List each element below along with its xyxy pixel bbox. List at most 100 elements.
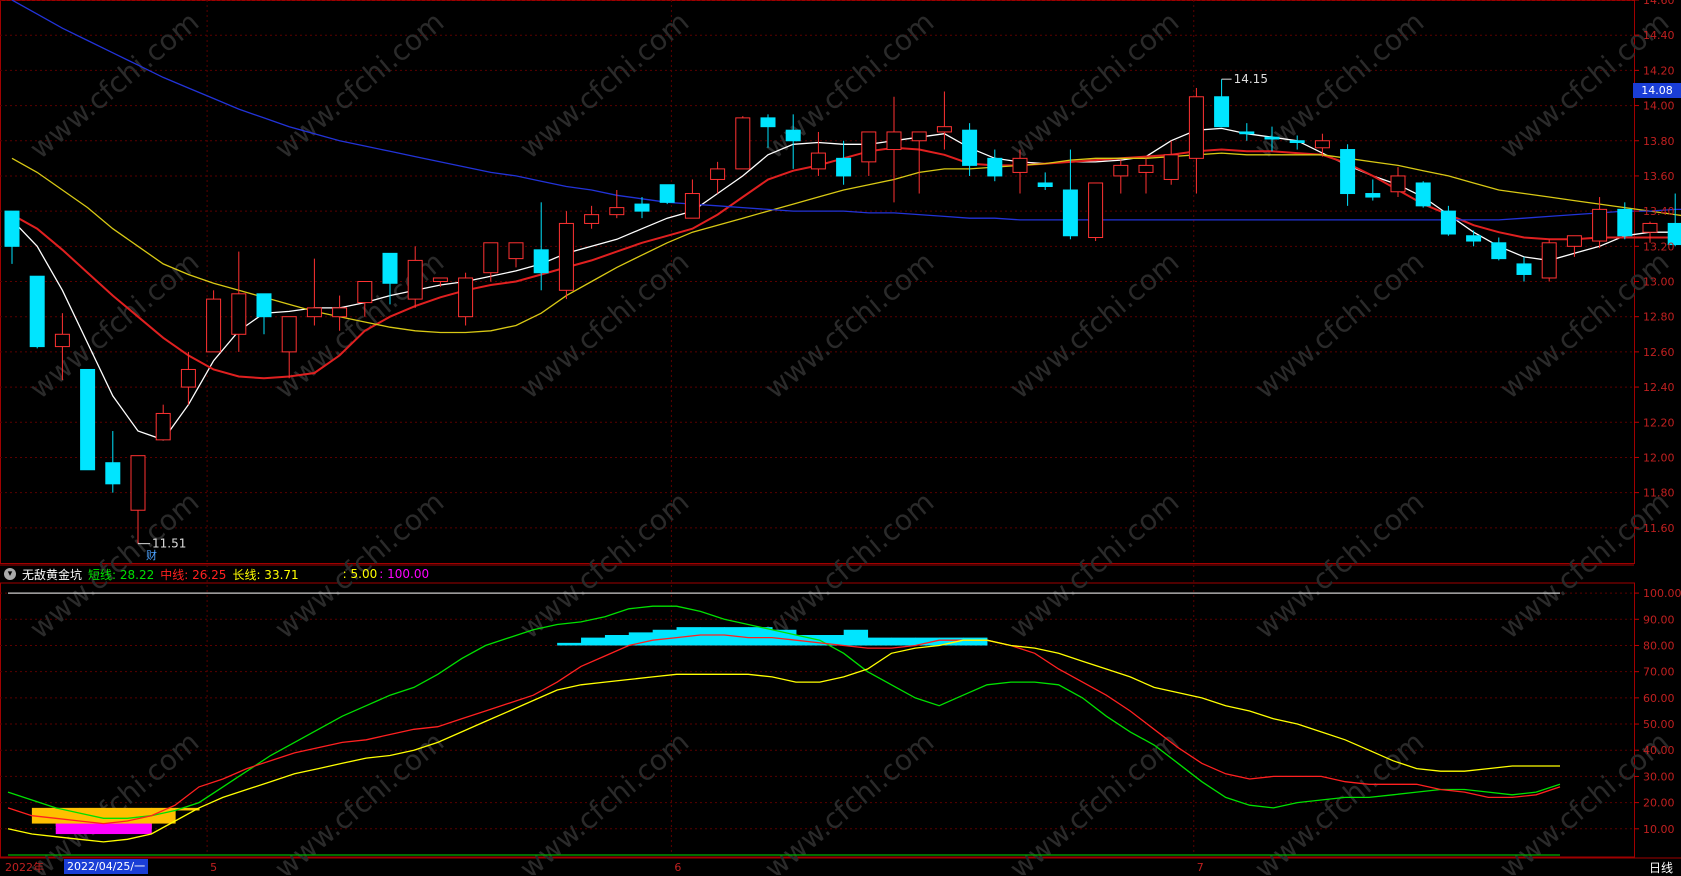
candle-body [1466, 235, 1482, 242]
event-marker: 财 [146, 548, 157, 562]
magenta-pit-bar [55, 823, 81, 835]
candle-body [1390, 175, 1406, 193]
watermark-text: www.cfchi.com [1248, 5, 1430, 165]
high-label: 14.15 [1234, 72, 1268, 86]
x-tick-label: 6 [674, 861, 681, 874]
collapse-chevron-icon[interactable]: ▾ [4, 568, 16, 580]
signal-bar [867, 637, 892, 646]
candle-body [584, 214, 600, 224]
candle-body [810, 152, 826, 170]
main-tick-label: 13.20 [1643, 240, 1675, 253]
candle-body [1642, 222, 1658, 233]
ind-tick-label: 20.00 [1643, 797, 1675, 810]
candle-body [1592, 208, 1608, 242]
candle-body [558, 222, 574, 291]
candle-body [231, 293, 247, 335]
signal-bar [628, 632, 654, 646]
candle-body [911, 131, 927, 142]
current-price-tag: 14.08 [1633, 83, 1681, 99]
watermark-text: www.cfchi.com [23, 725, 205, 875]
candle-body [1566, 235, 1582, 247]
candle-body [155, 412, 171, 441]
ind-tick-label: 30.00 [1643, 770, 1675, 783]
x-tick-label: 5 [210, 861, 217, 874]
candle-body [180, 368, 196, 388]
candle-body [1138, 164, 1154, 173]
main-tick-label: 14.40 [1643, 29, 1675, 42]
candle-body [407, 259, 423, 300]
signal-bar [843, 629, 869, 646]
magenta-pit-bar [127, 823, 152, 835]
candle-body [130, 455, 146, 511]
main-tick-label: 13.60 [1643, 170, 1675, 183]
candle-body [1113, 164, 1129, 177]
candle-body [508, 242, 524, 260]
candle-body [1440, 210, 1456, 235]
legend-long: 长线: 33.71 [232, 567, 299, 582]
signal-bar [581, 637, 606, 646]
main-tick-label: 14.20 [1643, 64, 1675, 77]
candle-body [1037, 182, 1053, 187]
axes-layer: 14.60 14.40 14.20 14.00 13.80 13.60 13.40 13.20… [5, 0, 1681, 874]
signal-bar [748, 627, 773, 646]
watermark-text: www.cfchi.com [758, 725, 940, 875]
main-tick-label: 13.80 [1643, 135, 1675, 148]
candle-body [962, 129, 978, 166]
main-tick-label: 12.00 [1643, 451, 1675, 464]
watermark-text: www.cfchi.com [513, 5, 695, 165]
candle-body [206, 298, 222, 353]
ind-tick-label: 100.00 [1643, 587, 1681, 600]
candle-body [936, 126, 952, 133]
candle-body [785, 129, 801, 142]
grid-layer [0, 0, 1681, 859]
watermark-text: www.cfchi.com [1248, 245, 1430, 405]
ind-tick-label: 90.00 [1643, 613, 1675, 626]
main-tick-label: 14.00 [1643, 100, 1675, 113]
cursor-date-badge: 2022/04/25/一 [64, 859, 149, 874]
watermark-text: www.cfchi.com [758, 5, 940, 165]
signal-bar [604, 635, 630, 646]
candle-body [1012, 157, 1028, 173]
signal-bar [700, 627, 725, 646]
candle-body [634, 203, 650, 212]
period-label[interactable]: 日线 [1649, 859, 1673, 876]
candle-body [306, 307, 322, 318]
candle-body [483, 242, 499, 274]
candle-body [1365, 193, 1381, 198]
candle-body [281, 316, 297, 353]
candle-body [256, 293, 272, 318]
candle-body [1264, 136, 1280, 140]
indicator-header: ▾ 无敌黄金坑 短线: 28.22 中线: 26.25 长线: 33.71 : … [4, 565, 435, 583]
candle-body [836, 157, 852, 177]
candle-body [533, 249, 549, 274]
watermark-text: www.cfchi.com [23, 5, 205, 165]
magenta-pit-bar [103, 823, 128, 835]
candle-body [1239, 131, 1255, 135]
candle-body [1541, 242, 1557, 279]
legend-five: : 5.00 [342, 567, 378, 581]
candle-body [1163, 154, 1179, 180]
chart-stage: www.cfchi.com www.cfchi.com www.cfchi.com w… [0, 0, 1681, 875]
main-tick-label: 12.80 [1643, 311, 1675, 324]
main-tick-label: 14.60 [1643, 0, 1675, 7]
main-tick-label: 12.20 [1643, 416, 1675, 429]
watermark-text: www.cfchi.com [513, 725, 695, 875]
candle-body [458, 277, 474, 318]
candle-body [1617, 208, 1633, 237]
candle-body [357, 281, 373, 304]
low-label: 11.51 [152, 537, 186, 551]
candle-body [1062, 189, 1078, 237]
signal-bar [963, 637, 988, 646]
main-tick-label: 11.60 [1643, 522, 1675, 535]
candle-body [105, 462, 121, 485]
candle-body [1088, 182, 1104, 239]
watermark-text: www.cfchi.com [1003, 5, 1185, 165]
ind-tick-label: 40.00 [1643, 744, 1675, 757]
indicator-title: 无敌黄金坑 [22, 567, 83, 582]
candle-body [710, 168, 726, 180]
candle-body [886, 131, 902, 151]
candle-body [382, 252, 398, 284]
candle-body [1314, 140, 1330, 149]
x-tick-label: 7 [1197, 861, 1204, 874]
candle-body [861, 131, 877, 163]
